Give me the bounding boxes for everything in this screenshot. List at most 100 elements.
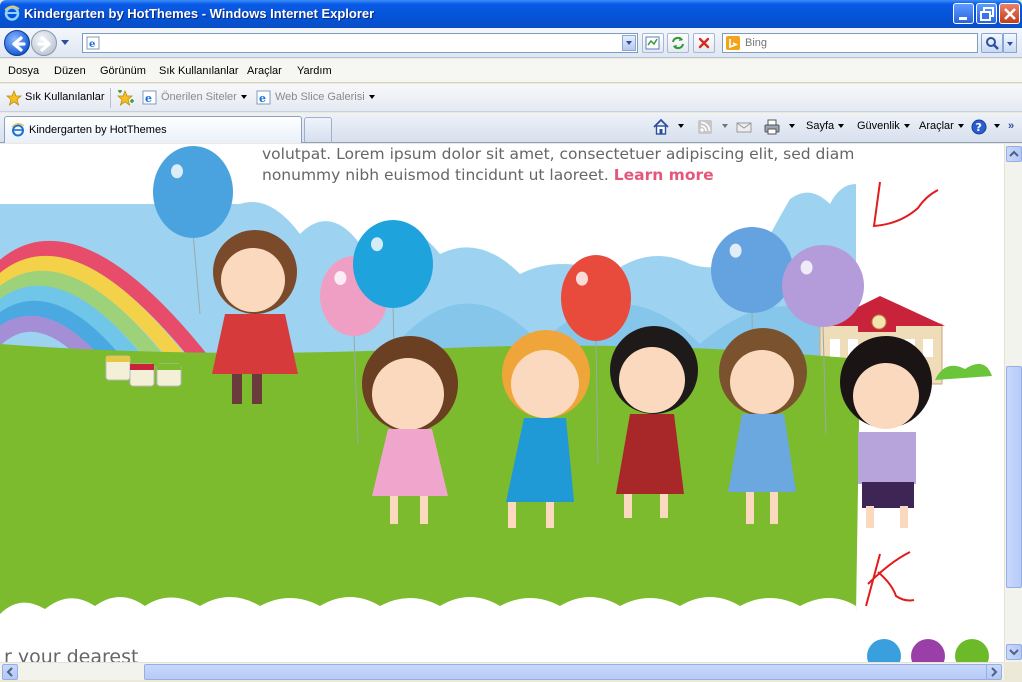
hero-line-1: volutpat. Lorem ipsum dolor sit amet, co… [262,145,855,163]
web-slice-icon: e [256,90,271,105]
tab-label: Kindergarten by HotThemes [29,124,167,136]
window-title: Kindergarten by HotThemes - Windows Inte… [24,6,375,21]
chevron-down-icon [368,95,375,100]
vertical-scroll-thumb[interactable] [1006,366,1022,588]
balloon-cyan [353,220,433,308]
read-mail-icon[interactable] [735,118,753,136]
balloon-highlight [729,243,742,258]
tools-menu-button[interactable]: Araçlar [919,120,964,132]
scroll-down-button[interactable] [1006,644,1022,660]
chevron-down-icon [1007,42,1013,46]
chevron-down-icon [903,124,910,129]
url-input[interactable] [103,35,613,51]
menu-bar: Dosya Düzen Görünüm Sık Kullanılanlar Ar… [0,59,1022,83]
minimize-button[interactable] [953,3,974,24]
scroll-right-button[interactable] [986,664,1002,680]
chevron-down-icon [1009,649,1019,656]
balloon-purple [782,245,864,327]
help-icon[interactable]: ? [970,118,988,136]
restore-button[interactable] [976,3,997,24]
social-icon-green[interactable] [955,639,989,662]
compatibility-view-button[interactable] [642,33,664,53]
svg-text:e: e [259,92,266,105]
learn-more-link[interactable]: Learn more [614,166,714,184]
safety-menu-label: Güvenlik [857,120,900,132]
menu-file[interactable]: Dosya [8,65,39,77]
suggested-sites-icon: e [142,90,157,105]
forward-button[interactable] [31,30,57,56]
close-button[interactable] [999,3,1020,24]
chevron-down-icon [957,124,964,129]
suggested-sites-button[interactable]: Önerilen Siteler [161,91,247,103]
page-menu-button[interactable]: Sayfa [806,120,845,132]
scroll-left-button[interactable] [2,664,18,680]
tab-kindergarten[interactable]: Kindergarten by HotThemes [4,116,302,143]
back-arrow-icon [12,36,26,52]
favorites-bar: Sık Kullanılanlar e Önerilen Siteler e W… [0,84,1022,112]
svg-text:e: e [145,92,152,105]
chevron-right-icon [991,667,998,677]
chevron-down-icon [626,41,632,45]
web-slice-gallery-label: Web Slice Galerisi [275,91,365,103]
section-heading-partial: r your dearest [4,646,139,662]
safety-menu-button[interactable]: Güvenlik [857,120,910,132]
chevron-down-icon [994,124,1000,129]
address-toolbar: e [0,28,1022,58]
search-field[interactable] [722,33,978,53]
address-field[interactable]: e [82,33,638,53]
favorites-button[interactable]: Sık Kullanılanlar [25,91,105,103]
menu-view[interactable]: Görünüm [100,65,146,77]
chevron-down-icon [789,124,795,129]
address-dropdown-button[interactable] [622,35,636,51]
bing-icon [726,36,740,50]
scroll-up-button[interactable] [1006,146,1022,162]
page-icon: e [86,36,100,50]
chevron-down-icon [678,124,684,129]
print-icon[interactable] [763,118,781,136]
home-icon[interactable] [652,118,670,136]
refresh-button[interactable] [667,33,689,53]
search-input[interactable] [745,35,973,51]
feeds-dropdown[interactable] [718,120,728,132]
web-slice-gallery-button[interactable]: Web Slice Galerisi [275,91,375,103]
print-dropdown[interactable] [785,120,795,132]
menu-edit[interactable]: Düzen [54,65,86,77]
chevron-up-icon [1009,150,1019,157]
title-bar: Kindergarten by HotThemes - Windows Inte… [0,0,1022,28]
vertical-scrollbar[interactable] [1004,144,1022,662]
chevron-down-icon [722,124,728,129]
help-dropdown[interactable] [990,120,1000,132]
stop-button[interactable] [693,33,715,53]
new-tab-button[interactable] [304,117,332,142]
menu-favorites[interactable]: Sık Kullanılanlar [159,65,239,77]
page-menu-label: Sayfa [806,120,835,132]
bush [935,363,992,380]
chevron-left-icon [6,667,13,677]
balloon-highlight [171,164,183,179]
toolbar-overflow-chevron-icon[interactable]: » [1008,120,1014,132]
menu-tools[interactable]: Araçlar [247,65,282,77]
back-button[interactable] [4,30,30,56]
search-button[interactable] [981,33,1003,53]
hero-paragraph: volutpat. Lorem ipsum dolor sit amet, co… [262,144,882,186]
menu-help[interactable]: Yardım [297,65,332,77]
tab-page-icon [11,123,25,137]
social-icon-blue[interactable] [867,639,901,662]
restore-icon [980,7,994,21]
add-to-favorites-icon[interactable] [117,90,135,106]
horizontal-scrollbar[interactable] [0,662,1004,680]
horizontal-scroll-thumb[interactable] [144,664,988,680]
search-options-button[interactable] [1003,33,1017,53]
home-dropdown[interactable] [674,120,684,132]
balloon-blue [153,146,233,238]
social-icon-purple[interactable] [911,639,945,662]
internet-explorer-icon [4,5,20,21]
recent-pages-dropdown[interactable] [60,37,70,47]
svg-text:?: ? [976,121,982,134]
minimize-icon [959,17,967,20]
feeds-icon[interactable] [696,118,714,136]
ie-window: Kindergarten by HotThemes - Windows Inte… [0,0,1022,682]
refresh-icon [672,36,684,50]
stop-icon [698,37,710,49]
tab-bar: Kindergarten by HotThemes Sayfa Güvenlik… [0,113,1022,143]
